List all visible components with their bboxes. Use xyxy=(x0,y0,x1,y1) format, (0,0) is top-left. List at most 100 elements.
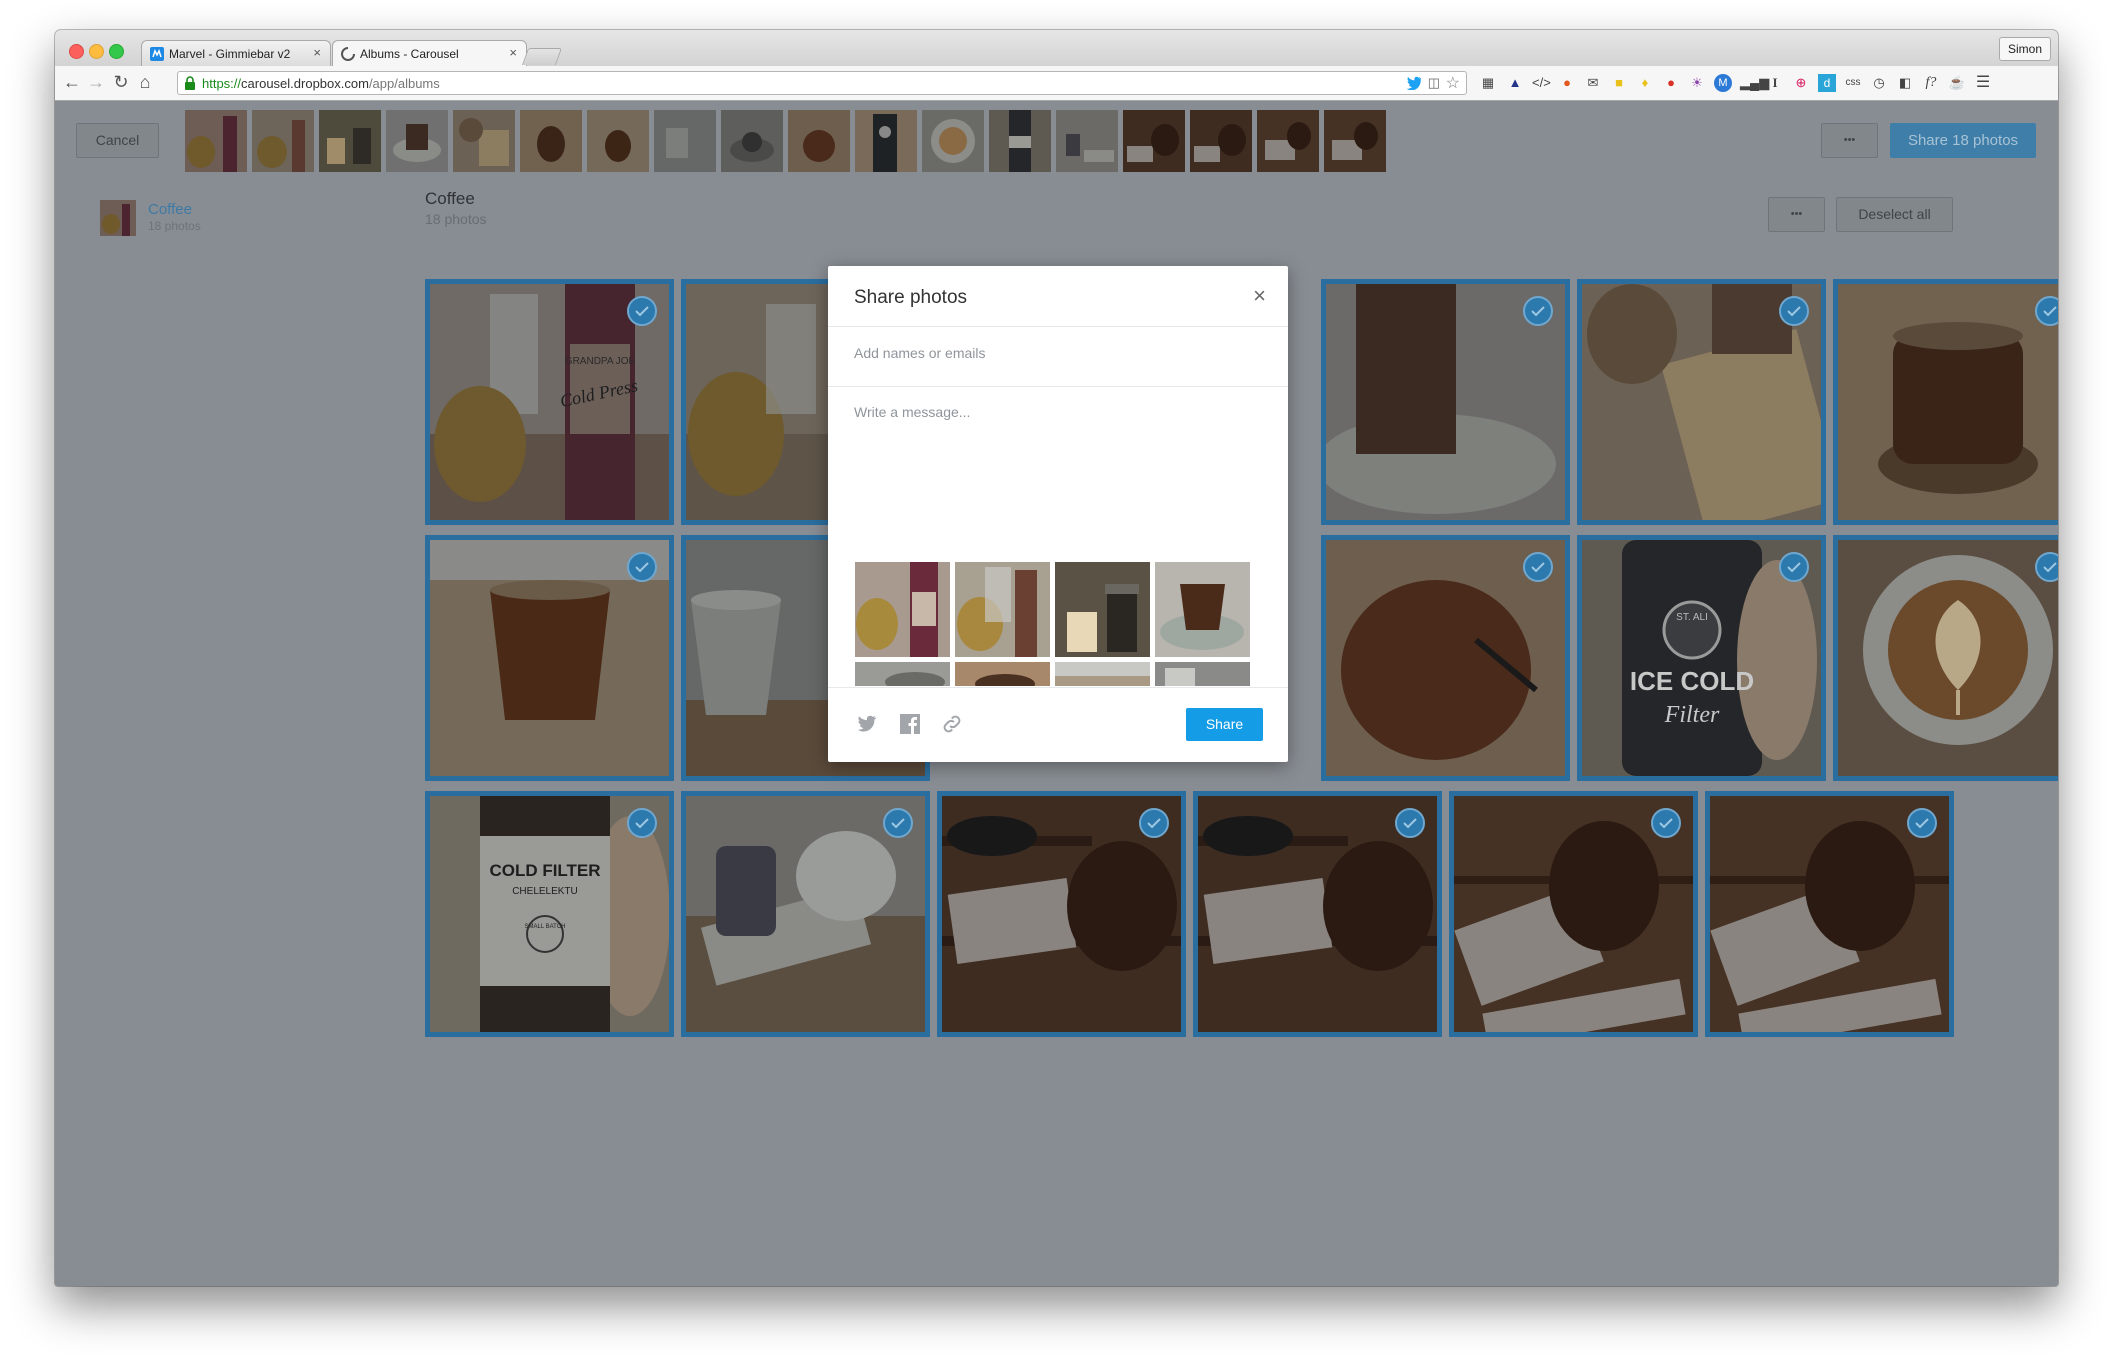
m-extension-icon[interactable]: M xyxy=(1714,74,1732,92)
photo-tile[interactable]: GRANDPA JOE Cold Press xyxy=(425,279,674,525)
clock-extension-icon[interactable]: ◷ xyxy=(1870,74,1888,92)
strip-thumb[interactable] xyxy=(319,110,381,172)
tab-close-icon[interactable]: × xyxy=(509,45,517,60)
fire-extension-icon[interactable]: ● xyxy=(1558,74,1576,92)
album-link-coffee[interactable]: Coffee xyxy=(148,201,192,218)
photo-tile[interactable] xyxy=(1321,535,1570,781)
css-extension-icon[interactable]: css xyxy=(1844,74,1862,92)
deselect-all-button[interactable]: Deselect all xyxy=(1836,197,1953,232)
photo-tile[interactable] xyxy=(1577,279,1826,525)
strip-thumb[interactable] xyxy=(1257,110,1319,172)
strip-thumb[interactable] xyxy=(1123,110,1185,172)
more-options-button[interactable]: ••• xyxy=(1821,123,1878,158)
font-extension-icon[interactable]: f? xyxy=(1922,74,1940,92)
new-tab-button[interactable] xyxy=(521,48,563,65)
photo-tile[interactable] xyxy=(1833,279,2058,525)
cancel-button[interactable]: Cancel xyxy=(76,123,159,158)
forward-icon[interactable]: → xyxy=(86,72,106,92)
panel-extension-icon[interactable]: ◧ xyxy=(1896,74,1914,92)
selected-check-icon[interactable] xyxy=(1523,296,1553,326)
selected-check-icon[interactable] xyxy=(1139,808,1169,838)
profile-button[interactable]: Simon xyxy=(1998,37,2051,61)
twitter-icon[interactable] xyxy=(854,712,878,736)
url-host: carousel.dropbox.com xyxy=(241,76,369,91)
selected-check-icon[interactable] xyxy=(1779,296,1809,326)
tab-close-icon[interactable]: × xyxy=(313,45,321,60)
filter-batch-text: SMALL BATCH xyxy=(524,924,565,930)
selected-check-icon[interactable] xyxy=(2035,552,2058,582)
selected-check-icon[interactable] xyxy=(627,296,657,326)
code-extension-icon[interactable]: </> xyxy=(1532,74,1551,92)
photo-tile[interactable] xyxy=(937,791,1186,1037)
reader-icon[interactable]: ◫ xyxy=(1428,75,1440,91)
reload-icon[interactable]: ↻ xyxy=(111,72,131,92)
i-extension-icon[interactable]: I xyxy=(1766,74,1784,92)
strip-thumb[interactable] xyxy=(386,110,448,172)
twitter-extension-icon[interactable] xyxy=(1406,76,1422,90)
menu-icon[interactable]: ☰ xyxy=(1974,74,1992,92)
coffee-extension-icon[interactable]: ☕ xyxy=(1948,74,1966,92)
strip-thumb[interactable] xyxy=(922,110,984,172)
maximize-window-button[interactable] xyxy=(109,44,124,59)
strip-thumb[interactable] xyxy=(185,110,247,172)
color-extension-icon[interactable]: ☀ xyxy=(1688,74,1706,92)
marvel-extension-icon[interactable]: ▲ xyxy=(1506,74,1524,92)
selected-check-icon[interactable] xyxy=(627,808,657,838)
tab-albums-carousel[interactable]: Albums - Carousel × xyxy=(332,40,527,66)
photo-tile[interactable] xyxy=(1321,279,1570,525)
strip-thumb[interactable] xyxy=(1324,110,1386,172)
home-icon[interactable]: ⌂ xyxy=(135,72,155,92)
close-icon[interactable]: × xyxy=(1253,285,1266,307)
clip-extension-icon[interactable]: ♦ xyxy=(1636,74,1654,92)
photo-tile[interactable] xyxy=(1833,535,2058,781)
photo-tile[interactable] xyxy=(681,791,930,1037)
message-textarea[interactable] xyxy=(854,404,1262,544)
selected-check-icon[interactable] xyxy=(2035,296,2058,326)
address-bar[interactable]: https://carousel.dropbox.com/app/albums … xyxy=(177,71,1467,95)
selected-check-icon[interactable] xyxy=(1523,552,1553,582)
photo-tile[interactable] xyxy=(1449,791,1698,1037)
selected-check-icon[interactable] xyxy=(1651,808,1681,838)
strip-thumb[interactable] xyxy=(989,110,1051,172)
strip-thumb[interactable] xyxy=(788,110,850,172)
share-button[interactable]: Share xyxy=(1186,708,1263,741)
strip-thumb[interactable] xyxy=(520,110,582,172)
record-extension-icon[interactable]: ● xyxy=(1662,74,1680,92)
strip-thumb[interactable] xyxy=(654,110,716,172)
photo-tile[interactable]: COLD FILTER CHELELEKTU SMALL BATCH xyxy=(425,791,674,1037)
note-extension-icon[interactable]: ■ xyxy=(1610,74,1628,92)
share-photos-button[interactable]: Share 18 photos xyxy=(1890,123,2036,158)
recipients-input[interactable] xyxy=(854,342,1262,364)
mail-extension-icon[interactable]: ✉ xyxy=(1584,74,1602,92)
strip-thumb[interactable] xyxy=(855,110,917,172)
photo-tile[interactable] xyxy=(1193,791,1442,1037)
strip-thumb[interactable] xyxy=(252,110,314,172)
album-more-button[interactable]: ••• xyxy=(1768,197,1825,232)
selected-check-icon[interactable] xyxy=(1907,808,1937,838)
d-extension-icon[interactable]: d xyxy=(1818,74,1836,92)
tab-marvel[interactable]: Marvel - Gimmiebar v2 × xyxy=(141,40,331,66)
minimize-window-button[interactable] xyxy=(89,44,104,59)
photo-tile[interactable] xyxy=(425,535,674,781)
bookmark-star-icon[interactable]: ☆ xyxy=(1446,73,1460,93)
album-thumbnail[interactable] xyxy=(100,200,136,236)
photo-tile[interactable] xyxy=(1705,791,1954,1037)
strip-thumb[interactable] xyxy=(453,110,515,172)
sheets-extension-icon[interactable]: ▦ xyxy=(1479,74,1497,92)
selected-check-icon[interactable] xyxy=(1395,808,1425,838)
strip-thumb[interactable] xyxy=(1056,110,1118,172)
photo-tile[interactable]: ST. ALI ICE COLD Filter xyxy=(1577,535,1826,781)
close-window-button[interactable] xyxy=(69,44,84,59)
link-icon[interactable] xyxy=(940,712,964,736)
facebook-icon[interactable] xyxy=(898,712,922,736)
back-icon[interactable]: ← xyxy=(62,72,82,92)
stats-extension-icon[interactable]: ▂▄▆ xyxy=(1740,74,1769,92)
strip-thumb[interactable] xyxy=(721,110,783,172)
url-scheme: https:// xyxy=(202,76,242,91)
strip-thumb[interactable] xyxy=(587,110,649,172)
plus-extension-icon[interactable]: ⊕ xyxy=(1792,74,1810,92)
strip-thumb[interactable] xyxy=(1190,110,1252,172)
selected-check-icon[interactable] xyxy=(627,552,657,582)
selected-check-icon[interactable] xyxy=(883,808,913,838)
selected-check-icon[interactable] xyxy=(1779,552,1809,582)
